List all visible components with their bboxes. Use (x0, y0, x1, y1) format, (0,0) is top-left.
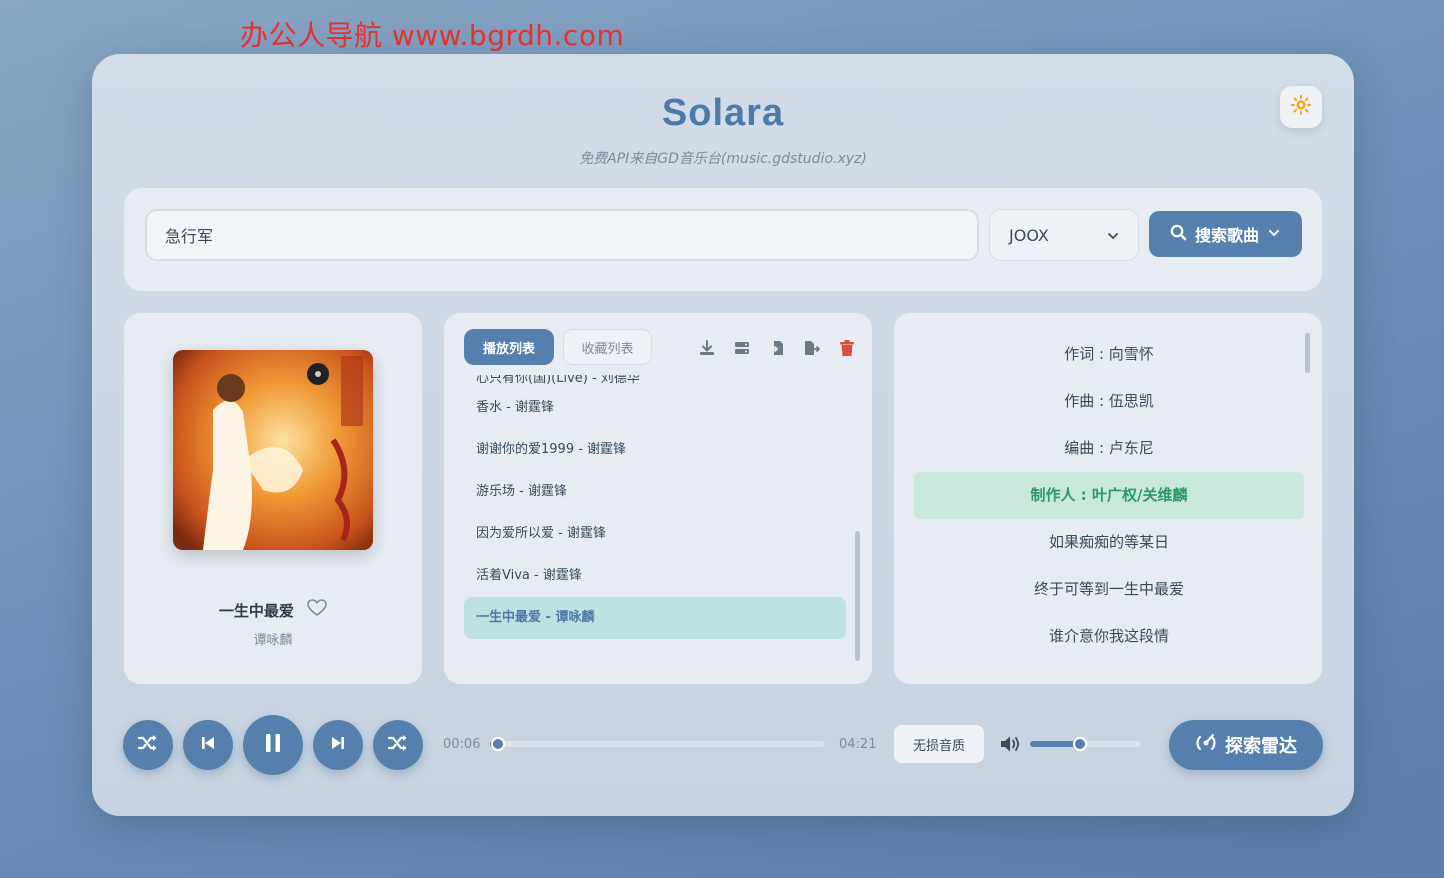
list-item[interactable]: 活着Viva - 谢霆锋 (464, 555, 846, 597)
lyric-line: 如果痴痴的等某日 (1048, 533, 1169, 551)
next-button[interactable] (313, 720, 363, 770)
lyric-line: 作词 : 向雪怀 (1064, 345, 1154, 363)
list-item[interactable]: 因为爱所以爱 - 谢霆锋 (464, 513, 846, 555)
playlist-card: 播放列表 收藏列表 心只有你(国)(Live) - 刘德华 香水 - 谢霆锋 谢… (444, 313, 872, 684)
volume-slider[interactable] (1030, 737, 1140, 751)
lyric-line: 作曲 : 伍思凯 (1064, 392, 1154, 410)
app-title: Solara (661, 92, 785, 134)
search-icon (1170, 224, 1187, 245)
progress-bar[interactable] (490, 737, 824, 751)
play-mode-button[interactable] (373, 720, 423, 770)
quality-button[interactable]: 无损音质 (894, 725, 984, 763)
shuffle-icon (137, 734, 158, 756)
duration-time: 04:21 (839, 737, 877, 752)
explore-radar-button[interactable]: 探索雷达 (1169, 720, 1323, 770)
lyrics-card: 作词 : 向雪怀 作曲 : 伍思凯 编曲 : 卢东尼 制作人 : 叶广权/关维麟… (894, 313, 1322, 684)
volume-icon[interactable] (1000, 735, 1022, 757)
play-pause-button[interactable] (243, 715, 303, 775)
now-playing-artist: 谭咏麟 (253, 633, 293, 648)
radar-icon (1195, 732, 1217, 759)
album-cover (173, 350, 373, 550)
current-time: 00:06 (443, 737, 481, 752)
playlist-toolbar (696, 337, 858, 359)
lyric-line: 编曲 : 卢东尼 (1064, 439, 1154, 457)
chevron-down-icon (1267, 225, 1281, 244)
source-select-value: JOOX (1009, 225, 1049, 245)
skip-back-icon (200, 735, 216, 755)
previous-button[interactable] (183, 720, 233, 770)
pause-icon (264, 733, 282, 757)
list-item[interactable]: 游乐场 - 谢霆锋 (464, 471, 846, 513)
now-playing-title: 一生中最爱 (218, 601, 294, 620)
app-subtitle: 免费API来自GD音乐台(music.gdstudio.xyz) (579, 151, 867, 167)
now-playing-title-row: 一生中最爱 (124, 599, 422, 621)
lyrics-scrollbar[interactable] (1305, 333, 1310, 373)
search-button[interactable]: 搜索歌曲 (1149, 211, 1302, 257)
heart-icon[interactable] (307, 599, 327, 621)
download-icon[interactable] (696, 337, 718, 359)
progress-knob[interactable] (490, 737, 505, 751)
playlist-scrollbar[interactable] (855, 531, 860, 661)
sun-icon (1290, 94, 1312, 120)
theme-toggle-button[interactable] (1280, 86, 1322, 128)
app-window: Solara 免费API来自GD音乐台(music.gdstudio.xyz) … (92, 54, 1354, 816)
skip-forward-icon (330, 735, 346, 755)
volume-knob[interactable] (1072, 737, 1087, 751)
playlist-items: 心只有你(国)(Live) - 刘德华 香水 - 谢霆锋 谢谢你的爱1999 -… (464, 375, 846, 639)
watermark-text: 办公人导航 www.bgrdh.com (240, 19, 625, 52)
list-item[interactable]: 香水 - 谢霆锋 (464, 387, 846, 429)
search-panel: JOOX 搜索歌曲 (124, 188, 1322, 291)
lyrics-list: 作词 : 向雪怀 作曲 : 伍思凯 编曲 : 卢东尼 制作人 : 叶广权/关维麟… (914, 331, 1304, 660)
lyric-line: 谁介意你我这段情 (1048, 627, 1169, 645)
import-icon[interactable] (766, 337, 788, 359)
chevron-down-icon (1106, 228, 1120, 247)
shuffle-icon (387, 734, 408, 756)
now-playing-card: 一生中最爱 谭咏麟 (124, 313, 422, 684)
lyric-line: 终于可等到一生中最爱 (1033, 580, 1184, 598)
source-select[interactable]: JOOX (989, 209, 1139, 261)
list-item[interactable]: 谢谢你的爱1999 - 谢霆锋 (464, 429, 846, 471)
search-button-label: 搜索歌曲 (1194, 226, 1259, 245)
tab-favorites[interactable]: 收藏列表 (563, 329, 652, 365)
tab-playlist[interactable]: 播放列表 (464, 329, 554, 365)
shuffle-button[interactable] (123, 720, 173, 770)
server-icon[interactable] (731, 337, 753, 359)
export-icon[interactable] (801, 337, 823, 359)
lyric-line-active: 制作人 : 叶广权/关维麟 (914, 472, 1304, 519)
list-item-current[interactable]: 一生中最爱 - 谭咏麟 (464, 597, 846, 639)
trash-icon[interactable] (836, 337, 858, 359)
explore-radar-label: 探索雷达 (1225, 736, 1297, 757)
list-item[interactable]: 心只有你(国)(Live) - 刘德华 (464, 375, 846, 387)
search-input[interactable] (145, 209, 979, 261)
